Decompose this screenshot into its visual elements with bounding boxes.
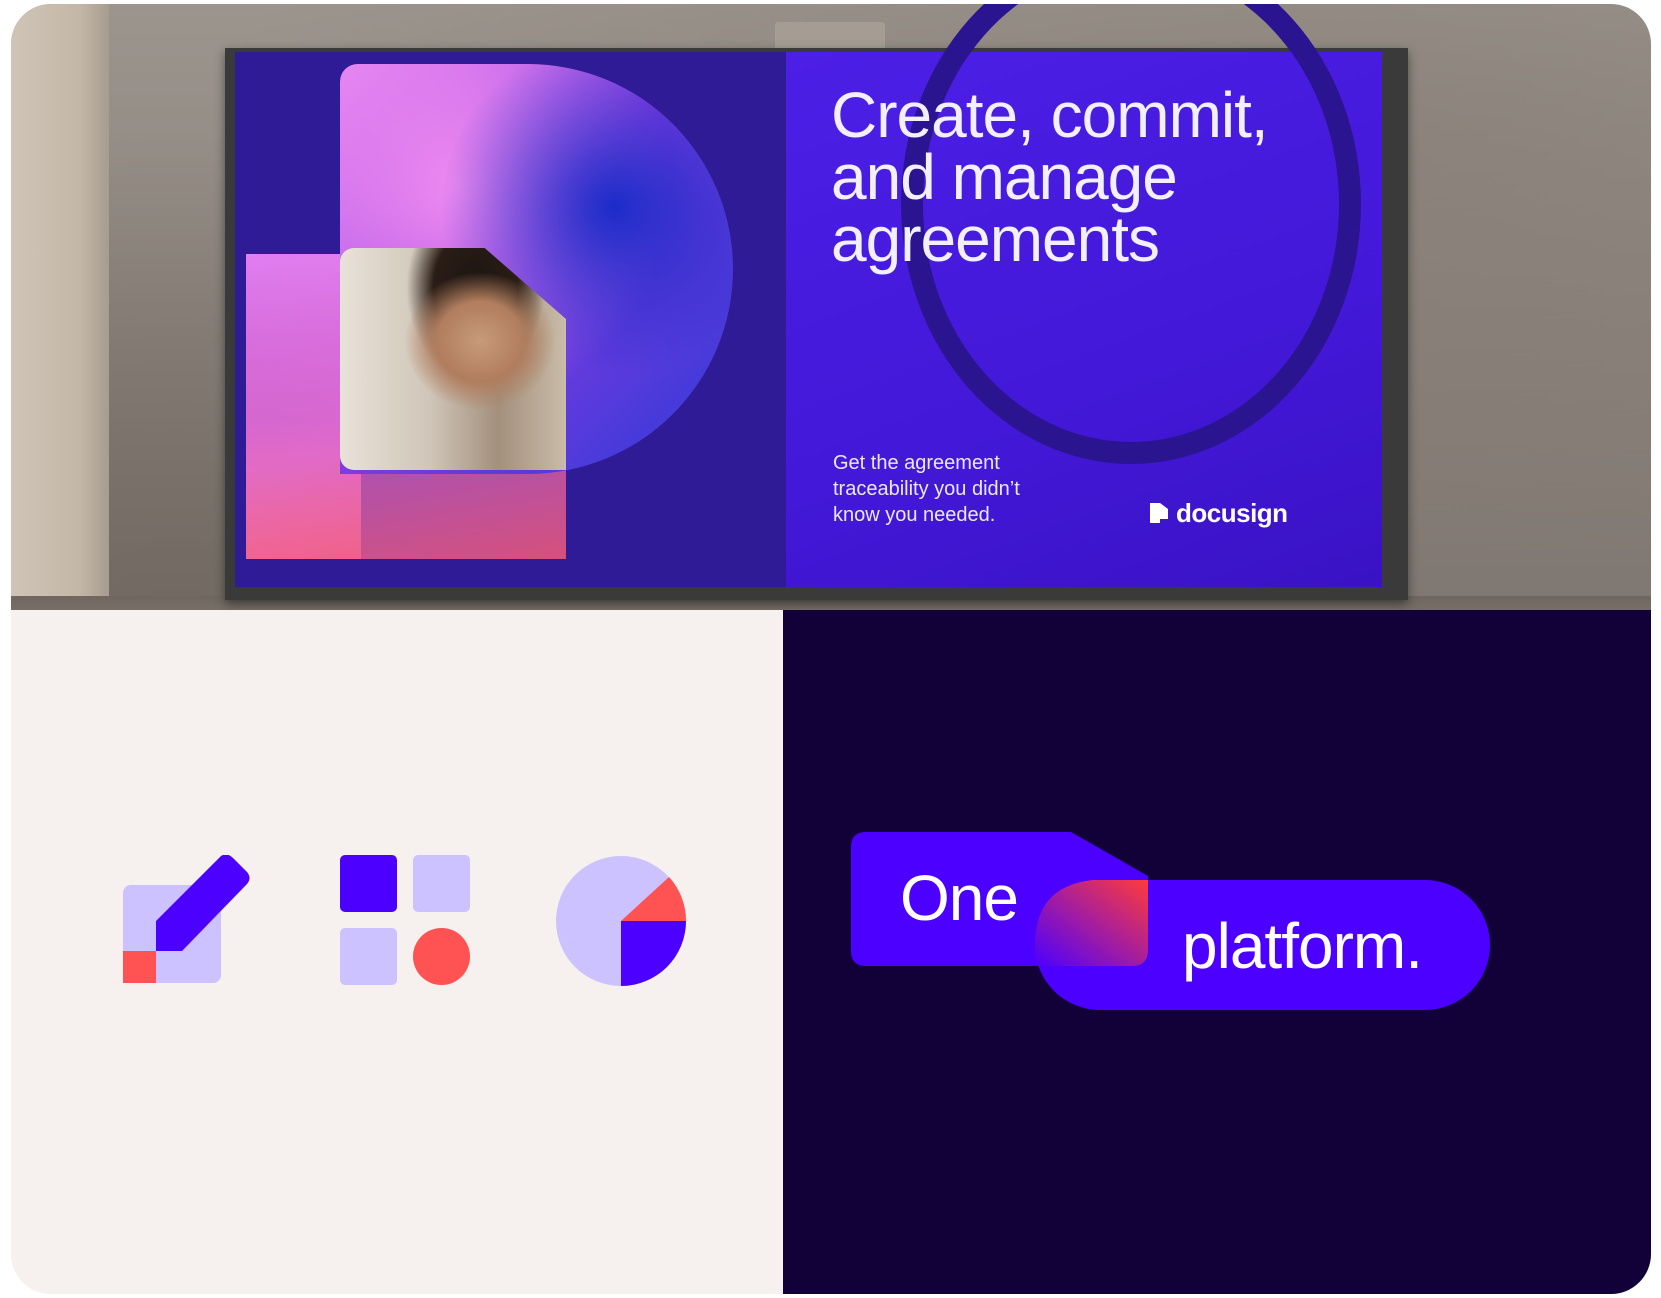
icons-panel bbox=[11, 610, 783, 1294]
subtext-line: Get the agreement bbox=[833, 452, 1000, 474]
pie-chart-icon bbox=[556, 856, 687, 986]
edit-icon bbox=[123, 855, 250, 983]
billboard-bracket bbox=[775, 22, 885, 50]
headline-line: and manage bbox=[831, 141, 1178, 213]
docusign-logo-icon bbox=[1150, 503, 1168, 523]
subtext-line: know you needed. bbox=[833, 504, 996, 526]
tagline-word-one: One bbox=[900, 862, 1019, 934]
headline-line: agreements bbox=[831, 203, 1160, 275]
poster-headline: Create, commit, and manage agreements bbox=[831, 79, 1391, 275]
tagline-word-platform: platform. bbox=[1182, 910, 1423, 982]
tagline-panel: One platform. bbox=[783, 610, 1651, 1294]
grid-blocks-icon bbox=[340, 855, 470, 985]
brand-showcase-frame: Create, commit, and manage agreements Ge… bbox=[11, 4, 1651, 1294]
poster-subtext: Get the agreement traceability you didn’… bbox=[833, 450, 1093, 528]
brand-name: docusign bbox=[1176, 497, 1288, 528]
headline-line: Create, commit, bbox=[831, 79, 1269, 151]
subtext-line: traceability you didn’t bbox=[833, 478, 1020, 500]
docusign-logo: docusign bbox=[1148, 498, 1288, 528]
concrete-pillar bbox=[11, 4, 109, 647]
